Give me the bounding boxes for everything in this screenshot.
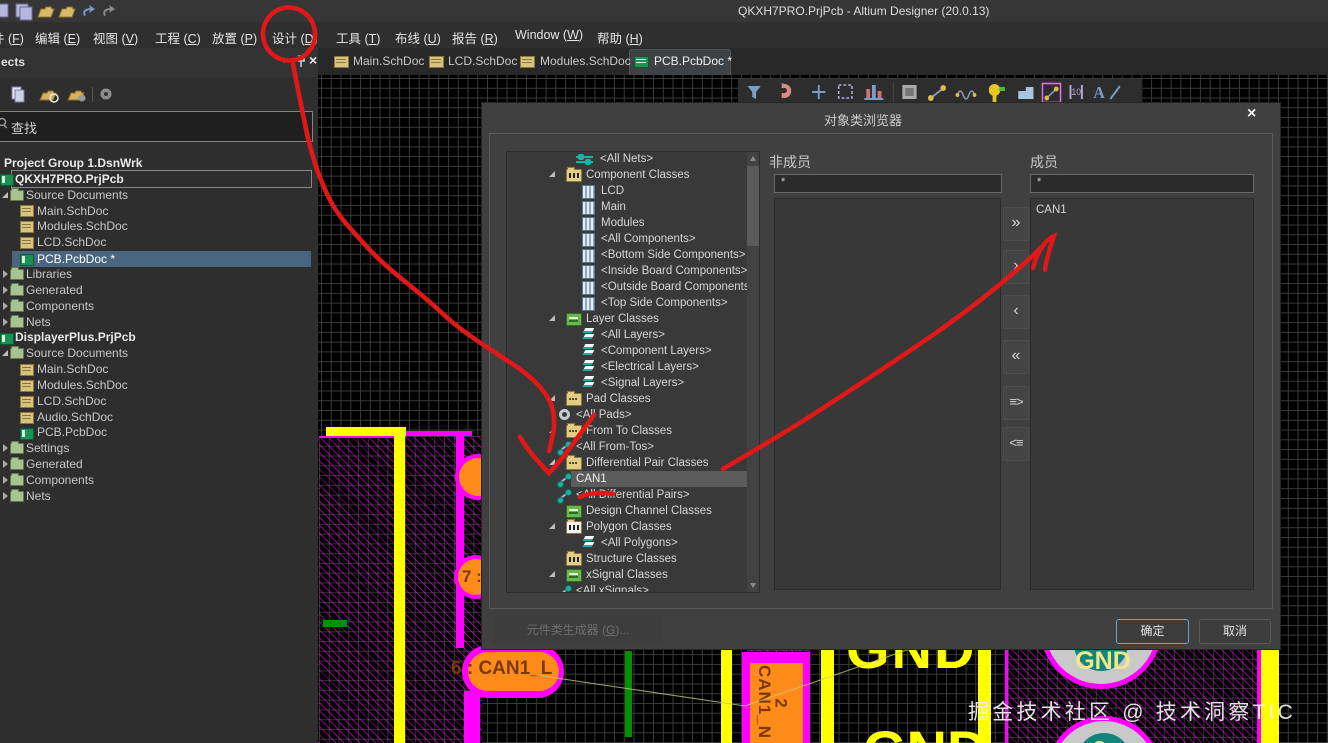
svg-text:10: 10	[1071, 87, 1081, 97]
svg-text:A: A	[1093, 83, 1105, 102]
